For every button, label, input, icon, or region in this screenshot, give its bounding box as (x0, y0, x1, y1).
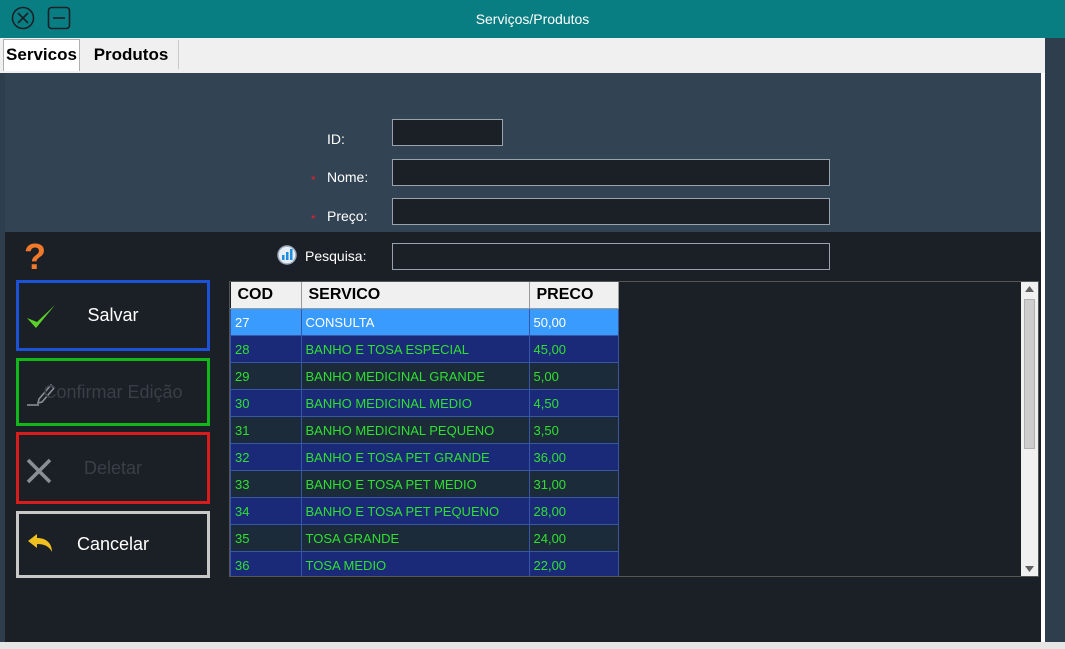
table-row[interactable]: 31 BANHO MEDICINAL PEQUENO 3,50 (230, 416, 619, 444)
tab-servicos[interactable]: Servicos (3, 39, 80, 71)
confirmar-label: Confirmar Edição (43, 381, 183, 402)
cell-preco[interactable]: 5,00 (528, 362, 619, 390)
pesquisa-field[interactable] (392, 243, 830, 270)
cell-servico[interactable]: BANHO MEDICINAL GRANDE (300, 362, 530, 390)
column-header-preco[interactable]: PRECO (529, 282, 619, 309)
tab-produtos[interactable]: Produtos (84, 40, 179, 69)
id-label: ID: (327, 131, 345, 147)
title-bar: Serviços/Produtos (0, 0, 1065, 38)
table-row[interactable]: 32 BANHO E TOSA PET GRANDE 36,00 (230, 443, 619, 471)
table-row[interactable]: 33 BANHO E TOSA PET MEDIO 31,00 (230, 470, 619, 498)
preco-label: Preço: (327, 208, 368, 224)
cell-preco[interactable]: 31,00 (528, 470, 619, 498)
deletar-button[interactable]: Deletar (16, 432, 210, 504)
pesquisa-label: Pesquisa: (305, 248, 367, 264)
cell-cod[interactable]: 28 (230, 335, 302, 363)
cell-servico[interactable]: BANHO E TOSA PET MEDIO (300, 470, 530, 498)
cell-servico[interactable]: TOSA GRANDE (300, 524, 530, 552)
cell-preco[interactable]: 3,50 (528, 416, 619, 444)
nome-field[interactable] (392, 159, 830, 186)
cell-cod[interactable]: 27 (230, 308, 302, 336)
required-marker: * (311, 212, 316, 226)
table-row[interactable]: 34 BANHO E TOSA PET PEQUENO 28,00 (230, 497, 619, 525)
salvar-label: Salvar (87, 305, 139, 325)
table-row[interactable]: 36 TOSA MEDIO 22,00 (230, 551, 619, 576)
nome-label: Nome: (327, 169, 369, 185)
cell-servico[interactable]: BANHO E TOSA PET PEQUENO (300, 497, 530, 525)
table-row[interactable]: 30 BANHO MEDICINAL MEDIO 4,50 (230, 389, 619, 417)
cell-preco[interactable]: 50,00 (528, 308, 619, 336)
cell-servico[interactable]: TOSA MEDIO (300, 551, 530, 576)
column-header-servico[interactable]: SERVICO (301, 282, 530, 309)
scroll-up-arrow-icon[interactable] (1025, 286, 1034, 292)
cell-cod[interactable]: 34 (230, 497, 302, 525)
servicos-grid: COD SERVICO PRECO 27 CONSULTA 50,00 28 BANHO… (229, 281, 1039, 577)
tab-bar: Servicos Produtos (0, 38, 1045, 73)
servicos-table: COD SERVICO PRECO 27 CONSULTA 50,00 28 BANHO… (230, 282, 619, 576)
scroll-down-arrow-icon[interactable] (1025, 566, 1034, 572)
cell-cod[interactable]: 33 (230, 470, 302, 498)
taskbar-strip (0, 642, 1065, 649)
cell-cod[interactable]: 32 (230, 443, 302, 471)
cell-cod[interactable]: 36 (230, 551, 302, 576)
cell-preco[interactable]: 28,00 (528, 497, 619, 525)
cell-cod[interactable]: 30 (230, 389, 302, 417)
required-marker: * (311, 173, 316, 187)
cell-servico[interactable]: BANHO E TOSA PET GRANDE (300, 443, 530, 471)
deletar-label: Deletar (83, 457, 143, 478)
panel-right-edge (1041, 73, 1045, 642)
salvar-button[interactable]: Salvar (16, 280, 210, 351)
cell-servico[interactable]: BANHO E TOSA ESPECIAL (300, 335, 530, 363)
search-chart-icon (272, 245, 297, 270)
vertical-scrollbar[interactable] (1021, 282, 1038, 576)
window-title: Serviços/Produtos (475, 11, 590, 27)
table-row[interactable]: 35 TOSA GRANDE 24,00 (230, 524, 619, 552)
cell-cod[interactable]: 31 (230, 416, 302, 444)
cell-preco[interactable]: 24,00 (528, 524, 619, 552)
background-strip (1045, 38, 1065, 649)
cell-servico[interactable]: BANHO MEDICINAL PEQUENO (300, 416, 530, 444)
id-field[interactable] (392, 119, 503, 146)
scrollbar-thumb[interactable] (1024, 299, 1035, 449)
column-header-cod[interactable]: COD (230, 282, 302, 309)
cell-preco[interactable]: 45,00 (528, 335, 619, 363)
cell-cod[interactable]: 35 (230, 524, 302, 552)
preco-field[interactable] (392, 198, 830, 225)
cell-preco[interactable]: 36,00 (528, 443, 619, 471)
cancelar-label: Cancelar (76, 534, 150, 554)
help-icon[interactable]: ? (24, 236, 46, 278)
cell-preco[interactable]: 22,00 (528, 551, 619, 576)
table-row[interactable]: 29 BANHO MEDICINAL GRANDE 5,00 (230, 362, 619, 390)
cell-servico[interactable]: CONSULTA (300, 308, 530, 336)
cell-servico[interactable]: BANHO MEDICINAL MEDIO (300, 389, 530, 417)
cell-preco[interactable]: 4,50 (528, 389, 619, 417)
cancelar-button[interactable]: Cancelar (16, 511, 210, 578)
cell-cod[interactable]: 29 (230, 362, 302, 390)
table-row[interactable]: 28 BANHO E TOSA ESPECIAL 45,00 (230, 335, 619, 363)
table-row[interactable]: 27 CONSULTA 50,00 (230, 308, 619, 336)
confirmar-edicao-button[interactable]: Confirmar Edição (16, 358, 210, 426)
